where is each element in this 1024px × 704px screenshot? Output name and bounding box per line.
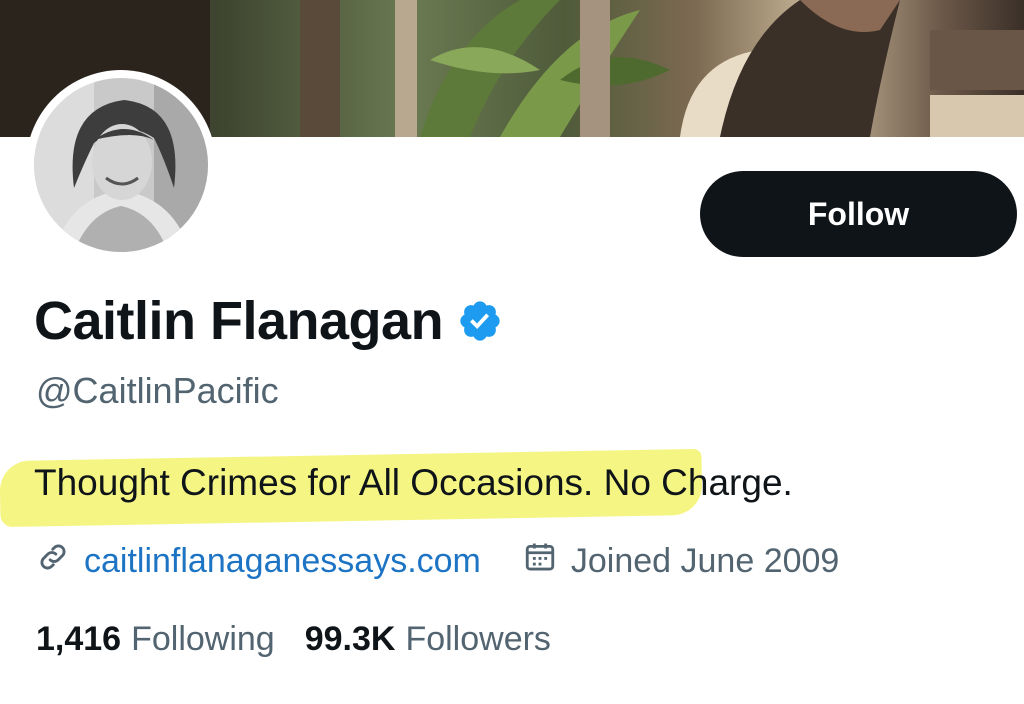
profile-bio: Thought Crimes for All Occasions. No Cha…	[34, 462, 793, 504]
website-link[interactable]: caitlinflanaganessays.com	[84, 542, 481, 581]
bio-highlighted-text: Thought Crimes for All Occasions. N	[34, 462, 631, 503]
profile-avatar[interactable]	[26, 70, 216, 260]
avatar-photo	[34, 78, 208, 252]
bio-text: o Charge.	[630, 462, 793, 503]
followers-label: Followers	[405, 620, 551, 658]
name-row: Caitlin Flanagan	[34, 290, 503, 352]
followers-count: 99.3K	[304, 620, 396, 658]
website-item[interactable]: caitlinflanaganessays.com	[36, 540, 481, 583]
following-stat[interactable]: 1,416 Following	[36, 620, 275, 659]
calendar-icon	[523, 540, 557, 583]
following-count: 1,416	[36, 620, 122, 658]
joined-item: Joined June 2009	[523, 540, 839, 583]
user-handle: @CaitlinPacific	[36, 370, 279, 411]
joined-date: Joined June 2009	[570, 542, 840, 580]
display-name: Caitlin Flanagan	[34, 291, 444, 351]
profile-stats: 1,416 Following 99.3K Followers	[36, 620, 551, 659]
follow-button[interactable]: Follow	[700, 171, 1017, 257]
profile-meta: caitlinflanaganessays.com Joined June 20…	[36, 540, 839, 583]
verified-badge-icon[interactable]	[457, 298, 503, 349]
link-icon	[36, 540, 70, 583]
following-label: Following	[131, 620, 275, 658]
followers-stat[interactable]: 99.3K Followers	[305, 620, 551, 659]
